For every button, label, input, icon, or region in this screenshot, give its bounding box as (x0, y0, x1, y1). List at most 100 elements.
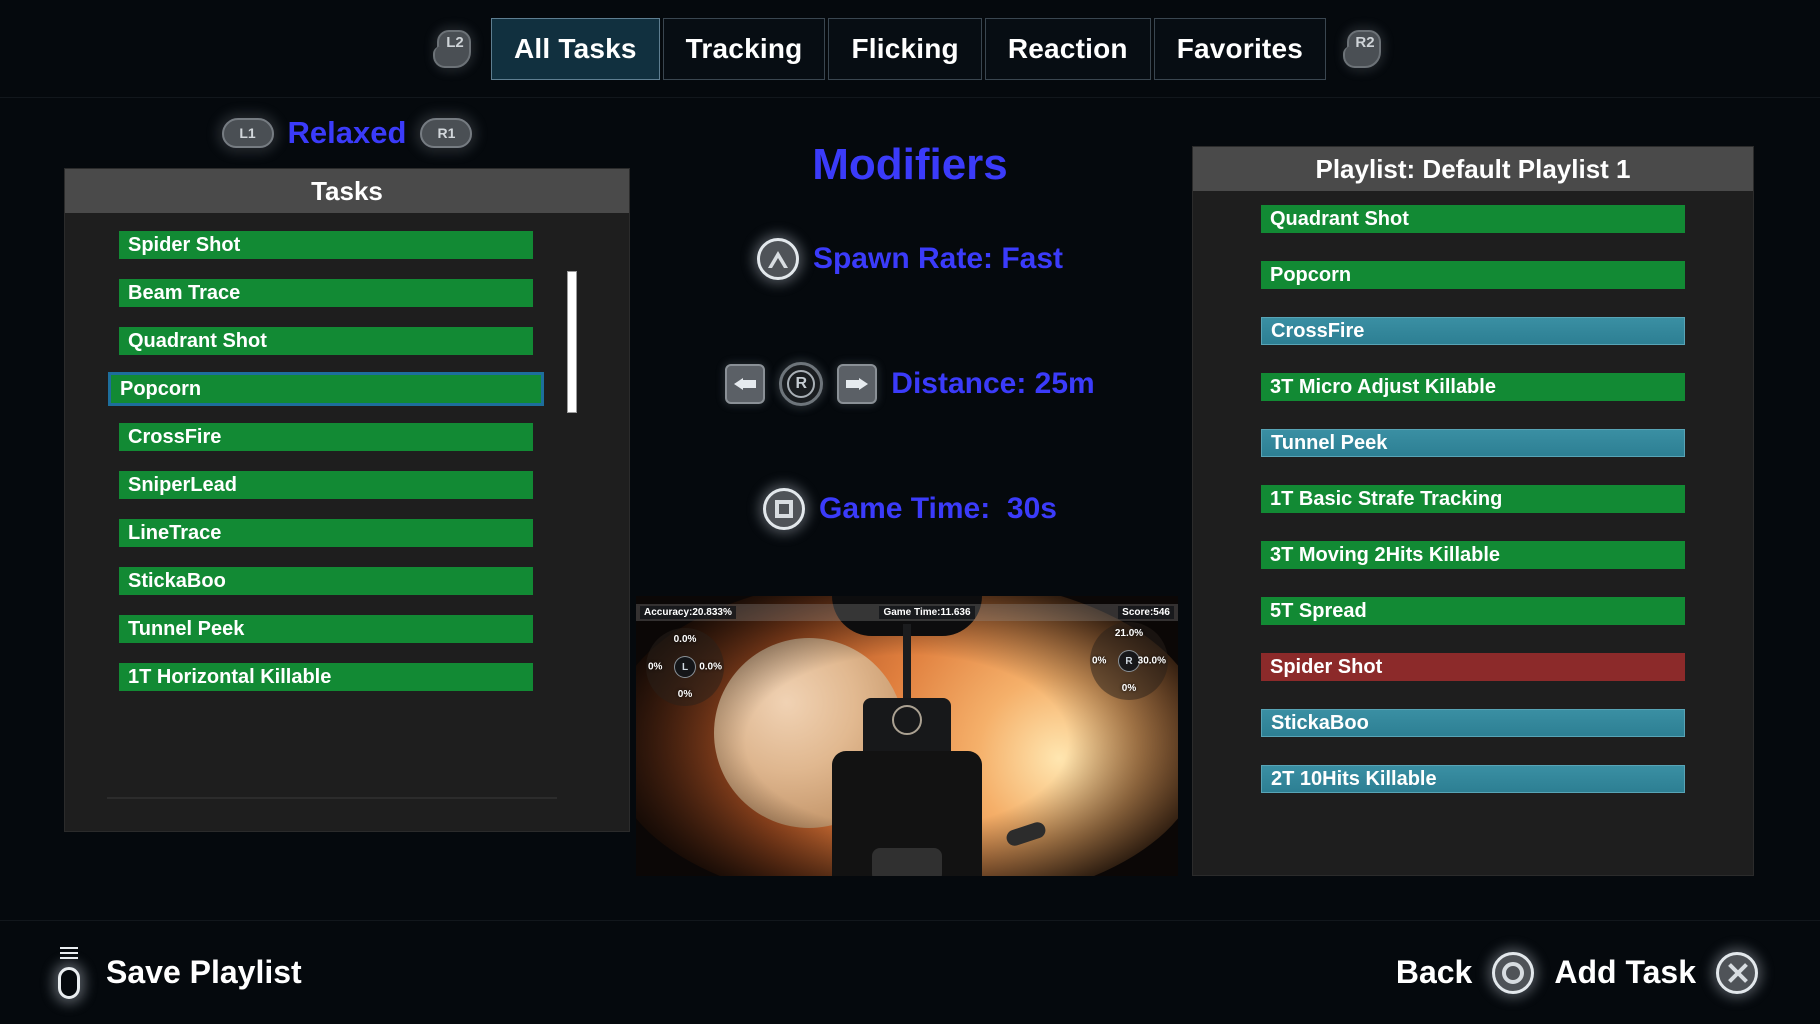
task-label: Quadrant Shot (119, 327, 533, 355)
modifier-spawn-rate[interactable]: Spawn Rate: Fast (636, 238, 1184, 280)
left-dial-right: 0.0% (699, 661, 722, 673)
task-list-item[interactable]: Tunnel Peek (65, 615, 629, 643)
preview-gun-post (903, 624, 911, 700)
playlist-item-label: Spider Shot (1261, 653, 1685, 681)
tab-all-tasks[interactable]: All Tasks (490, 17, 660, 80)
bottom-action-bar: Save Playlist Back Add Task (0, 920, 1820, 1024)
task-label: Spider Shot (119, 231, 533, 259)
tab-reaction[interactable]: Reaction (984, 17, 1151, 80)
cross-button-icon[interactable] (1716, 951, 1758, 994)
right-dial-right: 30.0% (1137, 655, 1166, 667)
tasks-scrollbar-thumb[interactable] (567, 271, 577, 413)
playlist-list: Quadrant Shot Popcorn CrossFire 3T Micro… (1193, 191, 1753, 793)
options-pill-icon (58, 966, 80, 999)
playlist-item-label: Popcorn (1261, 261, 1685, 289)
playlist-panel: Playlist: Default Playlist 1 Quadrant Sh… (1192, 146, 1754, 876)
playlist-item-label: Quadrant Shot (1261, 205, 1685, 233)
tab-flicking[interactable]: Flicking (828, 17, 982, 80)
tasks-column: L1 Relaxed R1 Tasks Spider Shot Beam Tra… (64, 98, 630, 832)
playlist-item[interactable]: Spider Shot (1193, 653, 1753, 681)
cross-glyph (1726, 962, 1748, 984)
playlist-column: Playlist: Default Playlist 1 Quadrant Sh… (1192, 146, 1754, 876)
tab-favorites[interactable]: Favorites (1153, 17, 1326, 80)
bottom-right-actions: Back Add Task (1395, 951, 1758, 994)
modifier-distance[interactable]: R Distance: 25m (636, 362, 1184, 406)
r1-bumper-label: R1 (437, 125, 456, 141)
left-stick-icon: L (674, 656, 696, 678)
task-list-item[interactable]: 1T Horizontal Killable (65, 663, 629, 691)
modifier-game-time[interactable]: Game Time: 30s (636, 488, 1184, 530)
left-dial-left: 0% (648, 661, 663, 673)
task-list-item[interactable]: CrossFire (65, 423, 629, 451)
playlist-item-label: 2T 10Hits Killable (1261, 765, 1685, 793)
triangle-button-icon[interactable] (756, 238, 799, 280)
right-dial-left: 0% (1092, 655, 1107, 667)
tab-tracking[interactable]: Tracking (662, 17, 826, 80)
modifiers-title: Modifiers (812, 140, 1008, 189)
right-stick-label: R (787, 370, 816, 398)
save-playlist-action[interactable]: Save Playlist (54, 946, 302, 999)
playlist-item-label: CrossFire (1261, 317, 1685, 345)
tasks-panel-title: Tasks (65, 169, 629, 213)
tasks-scrollbar[interactable] (567, 257, 577, 829)
spawn-rate-label: Spawn Rate: Fast (812, 242, 1064, 275)
tasks-panel: Tasks Spider Shot Beam Trace Quadrant Sh… (64, 168, 630, 832)
modifiers-column: Modifiers Spawn Rate: Fast R Distance: 2… (636, 98, 1184, 876)
options-button-icon[interactable] (54, 946, 84, 999)
playlist-item[interactable]: 1T Basic Strafe Tracking (1193, 485, 1753, 513)
task-list-item[interactable]: SniperLead (65, 471, 629, 499)
task-list-item[interactable]: Beam Trace (65, 279, 629, 307)
playlist-item-label: 5T Spread (1261, 597, 1685, 625)
l1-bumper-label: L1 (239, 125, 256, 141)
right-stick-icon[interactable]: R (779, 362, 824, 406)
preview-game-time: Game Time:11.636 (879, 606, 975, 619)
l2-shoulder-button[interactable]: L2 (432, 26, 477, 72)
r1-bumper-button[interactable]: R1 (420, 118, 473, 148)
playlist-item[interactable]: 5T Spread (1193, 597, 1753, 625)
left-dial-bottom: 0% (677, 689, 693, 700)
playlist-item[interactable]: CrossFire (1193, 317, 1753, 345)
task-list-item[interactable]: LineTrace (65, 519, 629, 547)
preview-score: Score:546 (1118, 606, 1174, 619)
circle-button-icon[interactable] (1492, 951, 1535, 994)
r2-shoulder-button[interactable]: R2 (1343, 26, 1387, 72)
back-label: Back (1395, 954, 1473, 990)
tab-reaction-label: Reaction (1007, 32, 1128, 64)
square-button-icon[interactable] (763, 488, 806, 530)
task-label: CrossFire (119, 423, 533, 451)
playlist-item[interactable]: 3T Moving 2Hits Killable (1193, 541, 1753, 569)
circle-glyph (1502, 961, 1525, 984)
triangle-glyph (767, 250, 788, 268)
task-label: 1T Horizontal Killable (119, 663, 533, 691)
tab-flicking-label: Flicking (851, 32, 959, 64)
right-dial-top: 21.0% (1114, 628, 1144, 639)
playlist-item[interactable]: Popcorn (1193, 261, 1753, 289)
top-tab-bar: L2 All Tasks Tracking Flicking Reaction … (0, 0, 1820, 98)
task-list-item[interactable]: StickaBoo (65, 567, 629, 595)
task-list-item[interactable]: Spider Shot (65, 231, 629, 259)
preview-accuracy: Accuracy:20.833% (640, 606, 736, 619)
task-label: SniperLead (119, 471, 533, 499)
task-list-item[interactable]: Quadrant Shot (65, 327, 629, 355)
arrow-left-icon[interactable] (725, 364, 766, 404)
task-preview-video[interactable]: Accuracy:20.833% Game Time:11.636 Score:… (636, 596, 1178, 876)
task-label: StickaBoo (119, 567, 533, 595)
left-dial-top: 0.0% (673, 634, 697, 645)
task-list-item-selected[interactable]: Popcorn (65, 372, 629, 406)
l1-bumper-button[interactable]: L1 (221, 118, 274, 148)
preview-right-stick-dial: 21.0% 0% 30.0% 0% R (1090, 622, 1168, 700)
tasks-list: Spider Shot Beam Trace Quadrant Shot Pop… (65, 213, 629, 831)
aim-trainer-playlist-screen: L2 All Tasks Tracking Flicking Reaction … (0, 0, 1820, 1024)
l2-shoulder-label: L2 (446, 33, 464, 51)
playlist-item[interactable]: Quadrant Shot (1193, 205, 1753, 233)
playlist-item[interactable]: 2T 10Hits Killable (1193, 765, 1753, 793)
task-label: Tunnel Peek (119, 615, 533, 643)
playlist-item-label: Tunnel Peek (1261, 429, 1685, 457)
playlist-item[interactable]: 3T Micro Adjust Killable (1193, 373, 1753, 401)
task-label: Popcorn (108, 372, 544, 406)
playlist-item[interactable]: Tunnel Peek (1193, 429, 1753, 457)
playlist-panel-title: Playlist: Default Playlist 1 (1193, 147, 1753, 191)
playlist-item[interactable]: StickaBoo (1193, 709, 1753, 737)
arrow-right-icon[interactable] (837, 364, 878, 404)
difficulty-selector: L1 Relaxed R1 (64, 98, 630, 168)
